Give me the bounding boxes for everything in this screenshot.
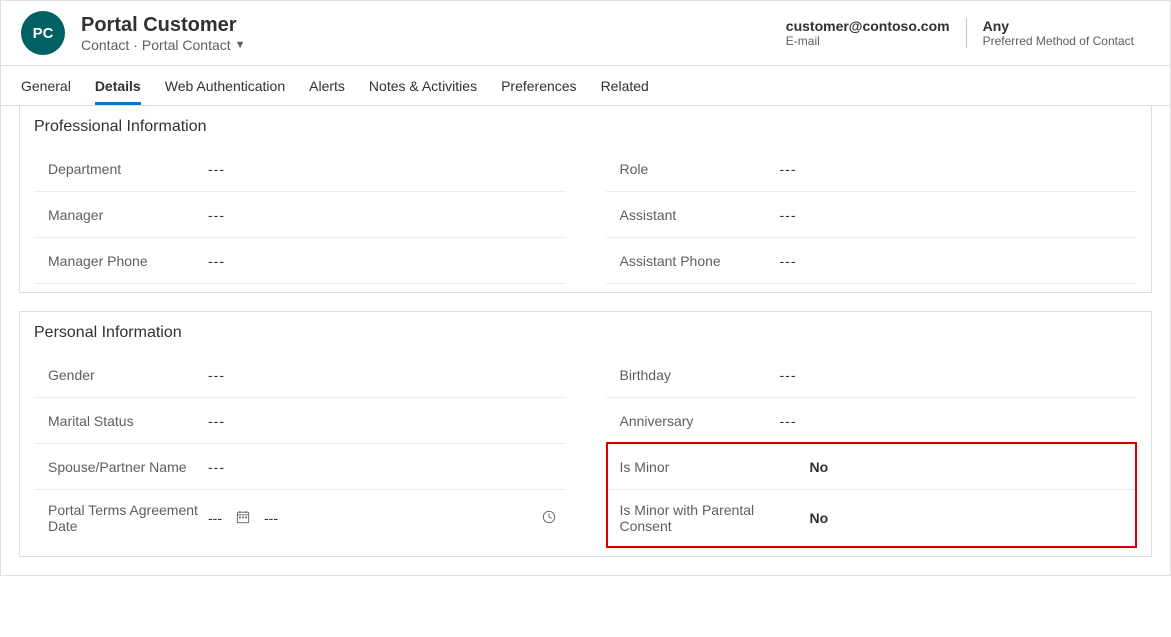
field-label: Spouse/Partner Name xyxy=(48,459,208,475)
field-value: --- xyxy=(780,161,1138,177)
field-label: Birthday xyxy=(620,367,780,383)
chevron-down-icon[interactable]: ▼ xyxy=(235,39,246,51)
field-department[interactable]: Department --- xyxy=(34,146,566,192)
field-label: Is Minor with Parental Consent xyxy=(620,502,810,534)
avatar: PC xyxy=(21,11,65,55)
entity-type: Contact xyxy=(81,37,129,53)
field-value: No xyxy=(810,459,1136,475)
field-spouse-partner-name[interactable]: Spouse/Partner Name --- xyxy=(34,444,566,490)
field-manager[interactable]: Manager --- xyxy=(34,192,566,238)
subtitle-separator: · xyxy=(133,37,138,53)
field-anniversary[interactable]: Anniversary --- xyxy=(606,398,1138,444)
header-contact-method-value: Any xyxy=(983,18,1134,34)
tab-related[interactable]: Related xyxy=(601,66,649,105)
field-value: --- xyxy=(208,413,566,429)
header-field-email[interactable]: customer@contoso.com E-mail xyxy=(770,18,966,48)
tab-alerts[interactable]: Alerts xyxy=(309,66,345,105)
calendar-icon[interactable] xyxy=(236,510,250,527)
field-label: Role xyxy=(620,161,780,177)
section-title: Professional Information xyxy=(34,118,1137,136)
field-value: --- xyxy=(780,413,1138,429)
date-value: --- xyxy=(208,510,222,526)
field-label: Department xyxy=(48,161,208,177)
field-value: --- xyxy=(208,207,566,223)
field-value: --- xyxy=(780,253,1138,269)
field-value: --- xyxy=(208,367,566,383)
section-professional-information: Professional Information Department --- … xyxy=(19,106,1152,293)
field-portal-terms-agreement-date[interactable]: Portal Terms Agreement Date --- --- xyxy=(34,490,566,546)
field-value: --- xyxy=(208,253,566,269)
field-label: Assistant Phone xyxy=(620,253,780,269)
field-label: Gender xyxy=(48,367,208,383)
field-value: --- xyxy=(208,161,566,177)
field-label: Anniversary xyxy=(620,413,780,429)
form-name: Portal Contact xyxy=(142,37,231,53)
field-gender[interactable]: Gender --- xyxy=(34,352,566,398)
record-header: PC Portal Customer Contact · Portal Cont… xyxy=(1,1,1170,66)
field-label: Manager Phone xyxy=(48,253,208,269)
section-personal-information: Personal Information Gender --- Marital … xyxy=(19,311,1152,557)
field-value: --- xyxy=(208,459,566,475)
clock-icon[interactable] xyxy=(542,510,556,527)
field-value: --- xyxy=(780,207,1138,223)
record-subtitle[interactable]: Contact · Portal Contact ▼ xyxy=(81,37,770,53)
tab-details[interactable]: Details xyxy=(95,66,141,105)
field-role[interactable]: Role --- xyxy=(606,146,1138,192)
field-birthday[interactable]: Birthday --- xyxy=(606,352,1138,398)
field-assistant[interactable]: Assistant --- xyxy=(606,192,1138,238)
highlighted-minor-fields: Is Minor No Is Minor with Parental Conse… xyxy=(606,442,1138,548)
section-title: Personal Information xyxy=(34,324,1137,342)
form-tabs: General Details Web Authentication Alert… xyxy=(1,66,1170,106)
field-label: Is Minor xyxy=(620,459,810,475)
header-field-contact-method[interactable]: Any Preferred Method of Contact xyxy=(966,18,1150,48)
field-value: --- xyxy=(780,367,1138,383)
header-email-value: customer@contoso.com xyxy=(786,18,950,34)
record-title: Portal Customer xyxy=(81,13,770,37)
header-email-label: E-mail xyxy=(786,34,950,48)
tab-notes-activities[interactable]: Notes & Activities xyxy=(369,66,477,105)
tab-preferences[interactable]: Preferences xyxy=(501,66,576,105)
field-marital-status[interactable]: Marital Status --- xyxy=(34,398,566,444)
field-label: Manager xyxy=(48,207,208,223)
field-is-minor[interactable]: Is Minor No xyxy=(608,444,1136,490)
field-value: No xyxy=(810,510,1136,526)
tab-general[interactable]: General xyxy=(21,66,71,105)
avatar-initials: PC xyxy=(33,25,54,42)
field-label: Marital Status xyxy=(48,413,208,429)
field-assistant-phone[interactable]: Assistant Phone --- xyxy=(606,238,1138,284)
tab-web-authentication[interactable]: Web Authentication xyxy=(165,66,285,105)
field-is-minor-with-parental-consent[interactable]: Is Minor with Parental Consent No xyxy=(608,490,1136,546)
field-manager-phone[interactable]: Manager Phone --- xyxy=(34,238,566,284)
field-label: Portal Terms Agreement Date xyxy=(48,502,208,534)
time-value: --- xyxy=(264,510,278,526)
field-label: Assistant xyxy=(620,207,780,223)
header-contact-method-label: Preferred Method of Contact xyxy=(983,34,1134,48)
